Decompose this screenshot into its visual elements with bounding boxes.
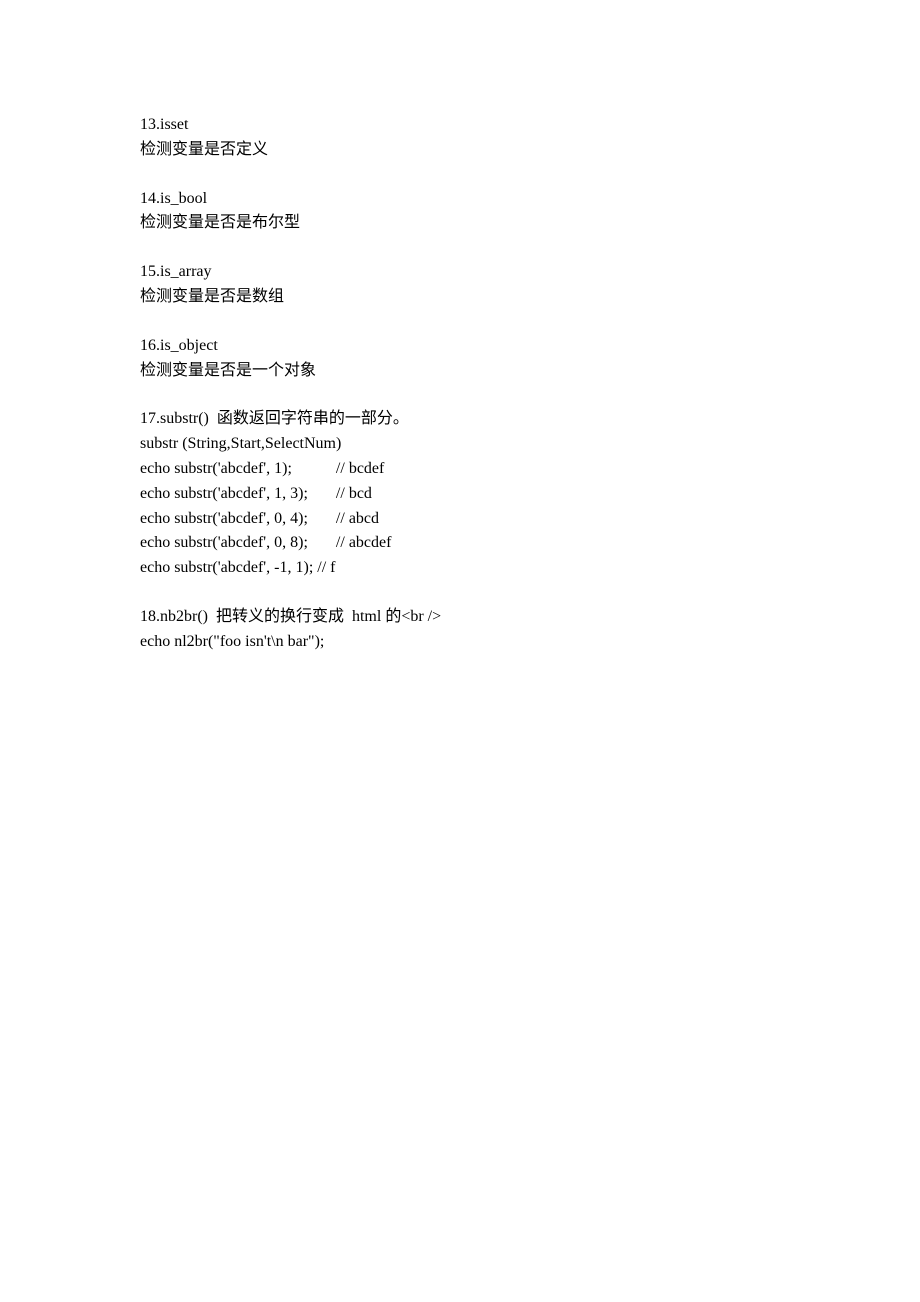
item-title: 16.is_object (140, 334, 780, 359)
item-description: 检测变量是否是数组 (140, 285, 780, 310)
code-line: substr (String,Start,SelectNum) (140, 432, 780, 457)
item-title: 15.is_array (140, 260, 780, 285)
item-description: 检测变量是否是一个对象 (140, 359, 780, 384)
item-title: 18.nb2br() 把转义的换行变成 html 的<br /> (140, 605, 780, 630)
item-title: 17.substr() 函数返回字符串的一部分。 (140, 407, 780, 432)
item-description: 检测变量是否定义 (140, 138, 780, 163)
section-13: 13.isset 检测变量是否定义 (140, 113, 780, 163)
code-line: echo substr('abcdef', 0, 4); // abcd (140, 507, 780, 532)
item-title: 14.is_bool (140, 187, 780, 212)
section-15: 15.is_array 检测变量是否是数组 (140, 260, 780, 310)
code-line: echo substr('abcdef', 1, 3); // bcd (140, 482, 780, 507)
section-16: 16.is_object 检测变量是否是一个对象 (140, 334, 780, 384)
section-17: 17.substr() 函数返回字符串的一部分。 substr (String,… (140, 407, 780, 581)
code-line: echo nl2br("foo isn't\n bar"); (140, 630, 780, 655)
code-line: echo substr('abcdef', 0, 8); // abcdef (140, 531, 780, 556)
section-14: 14.is_bool 检测变量是否是布尔型 (140, 187, 780, 237)
code-line: echo substr('abcdef', -1, 1); // f (140, 556, 780, 581)
section-18: 18.nb2br() 把转义的换行变成 html 的<br /> echo nl… (140, 605, 780, 655)
item-title: 13.isset (140, 113, 780, 138)
code-line: echo substr('abcdef', 1); // bcdef (140, 457, 780, 482)
item-description: 检测变量是否是布尔型 (140, 211, 780, 236)
